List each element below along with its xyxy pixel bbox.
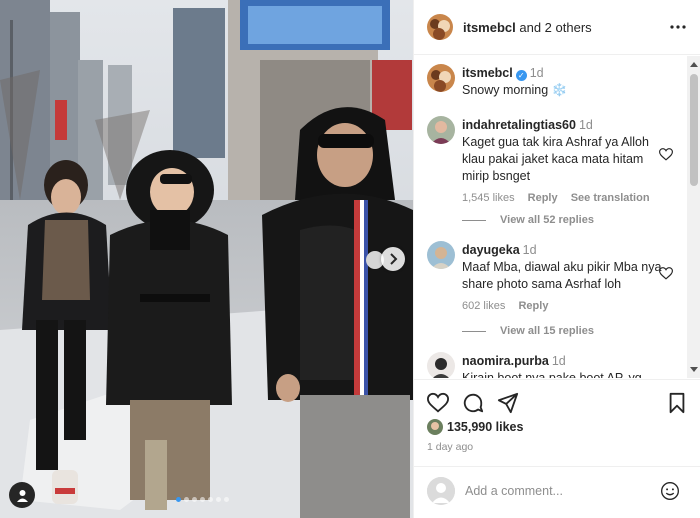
bookmark-icon[interactable] bbox=[666, 392, 688, 414]
post-owners[interactable]: itsmebcl and 2 others bbox=[463, 20, 592, 35]
replies-divider bbox=[462, 219, 486, 221]
see-translation-button[interactable]: See translation bbox=[571, 192, 650, 204]
post-photo[interactable] bbox=[0, 0, 413, 518]
caption-time: 1d bbox=[529, 66, 544, 80]
carousel-dot bbox=[216, 497, 221, 502]
replies-divider bbox=[462, 330, 486, 332]
comment-username[interactable]: dayugeka bbox=[462, 243, 520, 257]
comment-text: Maaf Mba, diawal aku pikir Mba nya share… bbox=[462, 260, 662, 291]
carousel-dot bbox=[208, 497, 213, 502]
default-avatar-icon bbox=[427, 477, 455, 505]
carousel-dot bbox=[200, 497, 205, 502]
owner-username[interactable]: itsmebcl bbox=[463, 20, 516, 35]
photo-scene bbox=[0, 0, 413, 518]
heart-icon[interactable] bbox=[659, 148, 673, 161]
comment-body: dayugeka 1d Maaf Mba, diawal aku pikir Mb… bbox=[462, 242, 667, 315]
comment-time: 1d bbox=[522, 243, 537, 257]
likes-summary[interactable]: 135,990 likes bbox=[427, 419, 523, 435]
heart-icon[interactable] bbox=[659, 267, 673, 280]
carousel-dot bbox=[224, 497, 229, 502]
comment-meta: 602 likes Reply bbox=[462, 298, 667, 315]
comment-time: 1d bbox=[578, 118, 593, 132]
comment-time: 1d bbox=[551, 354, 566, 368]
post-side-panel: itsmebcl and 2 others itsmebcl ✓ 1d Snow… bbox=[413, 0, 700, 518]
avatar-image bbox=[427, 241, 455, 269]
comment-username[interactable]: indahretalingtias60 bbox=[462, 118, 576, 132]
owner-avatar[interactable] bbox=[427, 14, 453, 40]
chevron-right-icon bbox=[390, 253, 398, 265]
commenter-avatar[interactable] bbox=[427, 116, 455, 144]
comment-body: naomira.purba 1d Kirain boot nya pake boo… bbox=[462, 353, 667, 378]
commenter-avatar[interactable] bbox=[427, 352, 455, 378]
comment-text: Kirain boot nya pake boot AP, yg bbox=[462, 371, 642, 378]
view-replies-label: View all 52 replies bbox=[500, 214, 594, 226]
carousel-dots bbox=[176, 497, 229, 502]
comment-meta: 1,545 likes Reply See translation bbox=[462, 190, 667, 207]
carousel-dot bbox=[184, 497, 189, 502]
reply-button[interactable]: Reply bbox=[518, 300, 548, 312]
avatar-image bbox=[427, 352, 455, 378]
comment-likes[interactable]: 1,545 likes bbox=[462, 192, 515, 204]
liker-avatar bbox=[427, 419, 443, 435]
caption-username[interactable]: itsmebcl bbox=[462, 66, 513, 80]
caption-body: itsmebcl ✓ 1d Snowy morning ❄️ bbox=[462, 65, 667, 99]
carousel-next-button[interactable] bbox=[381, 247, 405, 271]
comment-body: indahretalingtias60 1d Kaget gua tak kira… bbox=[462, 117, 667, 207]
carousel-dot bbox=[192, 497, 197, 502]
user-tag-icon bbox=[16, 489, 28, 502]
avatar-image bbox=[427, 14, 453, 40]
heart-icon[interactable] bbox=[427, 392, 449, 414]
more-options-button[interactable] bbox=[669, 18, 687, 36]
view-replies-label: View all 15 replies bbox=[500, 325, 594, 337]
comment-username[interactable]: naomira.purba bbox=[462, 354, 549, 368]
avatar-image bbox=[427, 64, 455, 92]
carousel-dot bbox=[176, 497, 181, 502]
scroll-down-arrow-icon[interactable] bbox=[690, 367, 698, 372]
owners-suffix[interactable]: and 2 others bbox=[519, 20, 591, 35]
current-user-avatar bbox=[427, 477, 455, 505]
add-comment-input[interactable] bbox=[465, 481, 655, 501]
emoji-icon[interactable] bbox=[660, 481, 680, 501]
caption-text: Snowy morning ❄️ bbox=[462, 83, 568, 97]
comments-scrollbar[interactable] bbox=[687, 56, 700, 378]
share-icon[interactable] bbox=[497, 392, 519, 414]
comments-list[interactable]: itsmebcl ✓ 1d Snowy morning ❄️ indahretali… bbox=[414, 56, 687, 378]
more-horizontal-icon bbox=[670, 25, 686, 29]
scrollbar-thumb[interactable] bbox=[690, 74, 698, 186]
view-replies-button[interactable]: View all 15 replies bbox=[462, 325, 594, 337]
comment-likes[interactable]: 602 likes bbox=[462, 300, 505, 312]
view-replies-button[interactable]: View all 52 replies bbox=[462, 214, 594, 226]
post-header: itsmebcl and 2 others bbox=[414, 0, 700, 55]
add-comment-bar bbox=[414, 466, 700, 518]
verified-badge-icon: ✓ bbox=[515, 70, 527, 81]
reply-button[interactable]: Reply bbox=[528, 192, 558, 204]
comment-text: Kaget gua tak kira Ashraf ya Alloh klau … bbox=[462, 135, 649, 183]
scroll-up-arrow-icon[interactable] bbox=[690, 62, 698, 67]
comment-icon[interactable] bbox=[462, 392, 484, 414]
avatar-image bbox=[427, 419, 443, 435]
post-timestamp[interactable]: 1 day ago bbox=[427, 441, 473, 453]
caption-avatar[interactable] bbox=[427, 64, 455, 92]
user-tags-button[interactable] bbox=[9, 482, 35, 508]
likes-count[interactable]: 135,990 likes bbox=[447, 420, 523, 434]
avatar-image bbox=[427, 116, 455, 144]
commenter-avatar[interactable] bbox=[427, 241, 455, 269]
